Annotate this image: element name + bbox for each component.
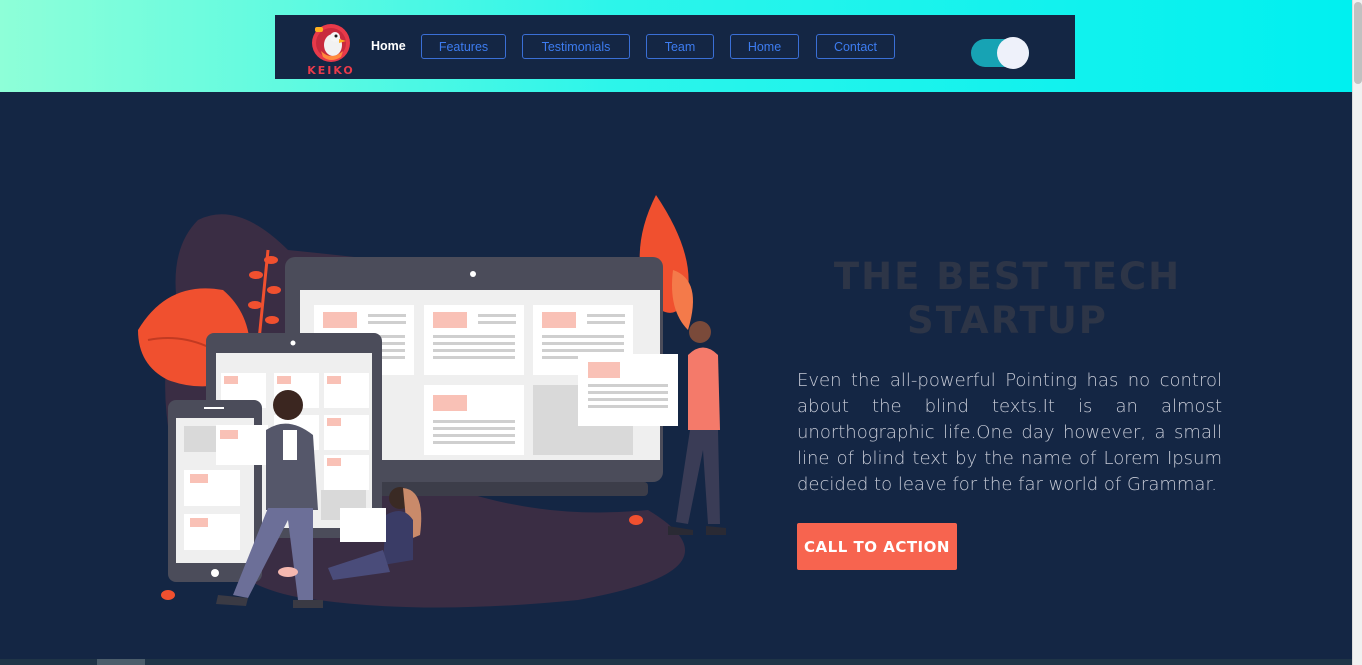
call-to-action-button[interactable]: CALL TO ACTION [797, 523, 957, 570]
hero-illustration [138, 195, 726, 608]
toggle-knob [997, 37, 1029, 69]
bottom-strip [0, 659, 1352, 665]
hero-title-line1: THE BEST TECH [833, 255, 1182, 298]
hero-title-line2: STARTUP [907, 299, 1108, 342]
logo-text: KEIKO [307, 64, 355, 77]
theme-toggle[interactable] [971, 37, 1029, 69]
navbar: KEIKO Home Features Testimonials Team Ho… [275, 15, 1075, 79]
hero-title: THE BEST TECH STARTUP [830, 255, 1185, 343]
bottom-strip-mark [97, 659, 145, 665]
keiko-logo[interactable]: KEIKO [305, 21, 357, 77]
nav-home-button[interactable]: Home [730, 34, 799, 59]
hero-description: Even the all-powerful Pointing has no co… [797, 370, 1222, 495]
nav-home-active[interactable]: Home [371, 39, 406, 53]
nav-contact-button[interactable]: Contact [816, 34, 895, 59]
nav-features-button[interactable]: Features [421, 34, 506, 59]
logo-wordmark: KEIKO [307, 64, 355, 77]
nav-team-button[interactable]: Team [646, 34, 714, 59]
nav-testimonials-button[interactable]: Testimonials [522, 34, 630, 59]
page-scrollbar[interactable] [1352, 0, 1362, 665]
scrollbar-thumb[interactable] [1354, 2, 1362, 84]
